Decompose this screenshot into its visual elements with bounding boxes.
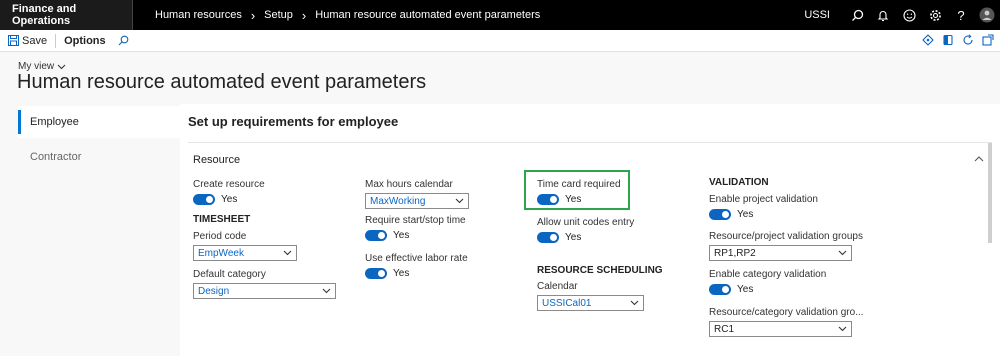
tab-label: Contractor — [30, 151, 82, 163]
save-icon — [8, 35, 19, 46]
chevron-right-icon: › — [250, 7, 256, 23]
action-pane: Save Options — [0, 30, 1000, 52]
breadcrumb-item[interactable]: Human resource automated event parameter… — [315, 9, 540, 21]
office-icon[interactable] — [942, 34, 954, 49]
field-label: Calendar — [537, 281, 578, 292]
period-code-field: Period code EmpWeek — [193, 231, 297, 261]
diamond-icon[interactable] — [922, 33, 934, 49]
chevron-down-icon — [455, 198, 464, 204]
toggle-value: Yes — [393, 230, 410, 241]
save-label: Save — [22, 34, 48, 47]
chevron-down-icon — [838, 250, 847, 256]
chevron-down-icon — [630, 300, 639, 306]
select-value: USSICal01 — [542, 297, 592, 309]
toolbar-divider — [55, 33, 57, 48]
chevron-down-icon — [322, 288, 331, 294]
help-icon[interactable]: ? — [948, 0, 974, 30]
field-label: Max hours calendar — [365, 179, 453, 190]
create-resource-field: Create resource Yes — [193, 179, 265, 205]
field-label: Resource/project validation groups — [709, 231, 863, 242]
field-label: Allow unit codes entry — [537, 217, 635, 228]
select-value: RC1 — [714, 323, 735, 335]
toggle-value: Yes — [565, 232, 582, 243]
toggle-value: Yes — [221, 194, 238, 205]
tab-contractor[interactable]: Contractor — [18, 141, 180, 173]
field-label: Enable project validation — [709, 194, 818, 205]
toggle-value: Yes — [393, 268, 410, 279]
select-value: MaxWorking — [370, 195, 426, 207]
require-start-stop-toggle[interactable] — [365, 230, 387, 241]
resource-category-groups-select[interactable]: RC1 — [709, 321, 852, 337]
timesheet-group-heading: TIMESHEET — [193, 214, 251, 225]
field-label: Use effective labor rate — [365, 253, 468, 264]
open-new-window-icon[interactable] — [982, 33, 994, 49]
save-button[interactable]: Save — [0, 35, 47, 47]
highlight-box — [524, 170, 630, 210]
select-value: Design — [198, 285, 230, 297]
company-selector[interactable]: USSI — [804, 9, 830, 21]
search-icon[interactable] — [844, 0, 870, 30]
app-name[interactable]: Finance and Operations — [0, 0, 133, 30]
breadcrumb-item[interactable]: Setup — [264, 9, 293, 21]
field-label: Enable category validation — [709, 269, 827, 280]
smiley-icon[interactable] — [896, 0, 922, 30]
section-title: Set up requirements for employee — [188, 114, 399, 129]
max-hours-calendar-select[interactable]: MaxWorking — [365, 193, 469, 209]
tab-label: Employee — [30, 116, 79, 128]
allow-unit-codes-toggle[interactable] — [537, 232, 559, 243]
toggle-value: Yes — [737, 284, 754, 295]
tab-employee[interactable]: Employee — [18, 106, 180, 138]
max-hours-calendar-field: Max hours calendar MaxWorking — [365, 179, 469, 209]
enable-category-validation-field: Enable category validation Yes — [709, 269, 826, 295]
create-resource-toggle[interactable] — [193, 194, 215, 205]
resource-scheduling-heading: RESOURCE SCHEDULING — [537, 265, 663, 276]
refresh-icon[interactable] — [962, 33, 974, 49]
use-effective-labor-toggle[interactable] — [365, 268, 387, 279]
chevron-up-icon[interactable] — [974, 153, 984, 165]
chevron-right-icon: › — [301, 7, 307, 23]
allow-unit-codes-field: Allow unit codes entry Yes — [537, 217, 634, 243]
breadcrumb: Human resources › Setup › Human resource… — [155, 0, 540, 30]
bell-icon[interactable] — [870, 0, 896, 30]
gear-icon[interactable] — [922, 0, 948, 30]
field-label: Resource/category validation gro... — [709, 307, 864, 318]
enable-project-validation-field: Enable project validation Yes — [709, 194, 818, 220]
scrollbar[interactable] — [988, 143, 992, 243]
resource-category-groups-field: Resource/category validation gro... RC1 — [709, 307, 864, 337]
main-panel: Set up requirements for employee Resourc… — [180, 104, 1000, 356]
chevron-down-icon — [838, 326, 847, 332]
field-label: Create resource — [193, 179, 265, 190]
search-icon[interactable] — [118, 35, 129, 46]
use-effective-labor-field: Use effective labor rate Yes — [365, 253, 468, 279]
options-button[interactable]: Options — [64, 35, 106, 47]
breadcrumb-item[interactable]: Human resources — [155, 9, 242, 21]
resource-project-groups-select[interactable]: RP1,RP2 — [709, 245, 852, 261]
field-label: Require start/stop time — [365, 215, 466, 226]
enable-category-validation-toggle[interactable] — [709, 284, 731, 295]
calendar-field: Calendar USSICal01 — [537, 281, 644, 311]
chevron-down-icon — [283, 250, 292, 256]
toggle-value: Yes — [737, 209, 754, 220]
resource-project-groups-field: Resource/project validation groups RP1,R… — [709, 231, 863, 261]
field-label: Period code — [193, 231, 247, 242]
validation-heading: VALIDATION — [709, 177, 769, 188]
fasttab-header[interactable]: Resource — [193, 154, 240, 166]
period-code-select[interactable]: EmpWeek — [193, 245, 297, 261]
select-value: EmpWeek — [198, 247, 244, 259]
chevron-down-icon — [57, 64, 66, 69]
default-category-field: Default category Design — [193, 269, 336, 299]
enable-project-validation-toggle[interactable] — [709, 209, 731, 220]
default-category-select[interactable]: Design — [193, 283, 336, 299]
select-value: RP1,RP2 — [714, 247, 756, 259]
user-avatar-icon[interactable] — [974, 0, 1000, 30]
top-nav-bar: Finance and Operations Human resources ›… — [0, 0, 1000, 30]
require-start-stop-field: Require start/stop time Yes — [365, 215, 466, 241]
field-label: Default category — [193, 269, 266, 280]
page-title: Human resource automated event parameter… — [17, 71, 427, 93]
calendar-select[interactable]: USSICal01 — [537, 295, 644, 311]
